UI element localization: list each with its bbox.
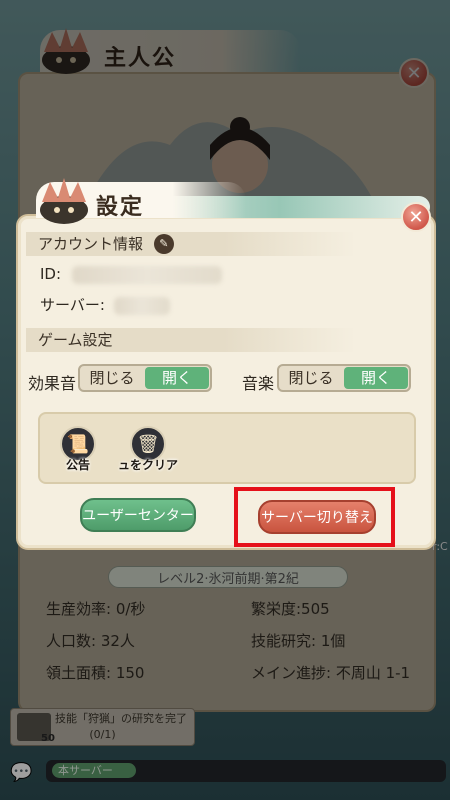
user-center-button[interactable]: ユーザーセンター	[80, 498, 196, 532]
music-label: 音楽	[242, 374, 275, 393]
highlight-annotation-box	[234, 487, 395, 547]
copy-icon[interactable]: ✎	[153, 233, 174, 254]
account-info-label: アカウント情報	[38, 235, 144, 253]
music-off-option[interactable]: 閉じる	[279, 366, 343, 390]
announcement-label: 公告	[65, 458, 90, 472]
game-settings-header: ゲーム設定	[26, 328, 356, 352]
account-server-value-redacted	[113, 296, 170, 315]
close-settings-button[interactable]: ✕	[401, 202, 431, 232]
account-info-header: アカウント情報 ✎	[26, 232, 356, 256]
sound-effects-label: 効果音	[28, 374, 77, 393]
game-settings-label: ゲーム設定	[38, 331, 113, 349]
account-server-label: サーバー:	[40, 296, 105, 314]
account-id-value-redacted	[71, 265, 222, 284]
sound-effects-on-option[interactable]: 開く	[145, 367, 209, 389]
account-server-row: サーバー:	[40, 294, 170, 315]
close-icon: ✕	[408, 206, 424, 228]
music-toggle[interactable]: 閉じる 開く	[277, 364, 411, 392]
account-id-row: ID:	[40, 265, 222, 284]
account-id-label: ID:	[40, 265, 62, 283]
sound-effects-toggle[interactable]: 閉じる 開く	[78, 364, 212, 392]
sound-effects-off-option[interactable]: 閉じる	[80, 366, 144, 390]
settings-title: 設定	[96, 195, 145, 220]
clear-cache-label: ュをクリア	[118, 458, 179, 472]
music-on-option[interactable]: 開く	[344, 367, 408, 389]
dragon-emblem-icon	[40, 178, 88, 224]
announcement-button[interactable]: 📜 公告	[48, 426, 108, 473]
clear-cache-button[interactable]: 🗑 ュをクリア	[118, 426, 178, 473]
